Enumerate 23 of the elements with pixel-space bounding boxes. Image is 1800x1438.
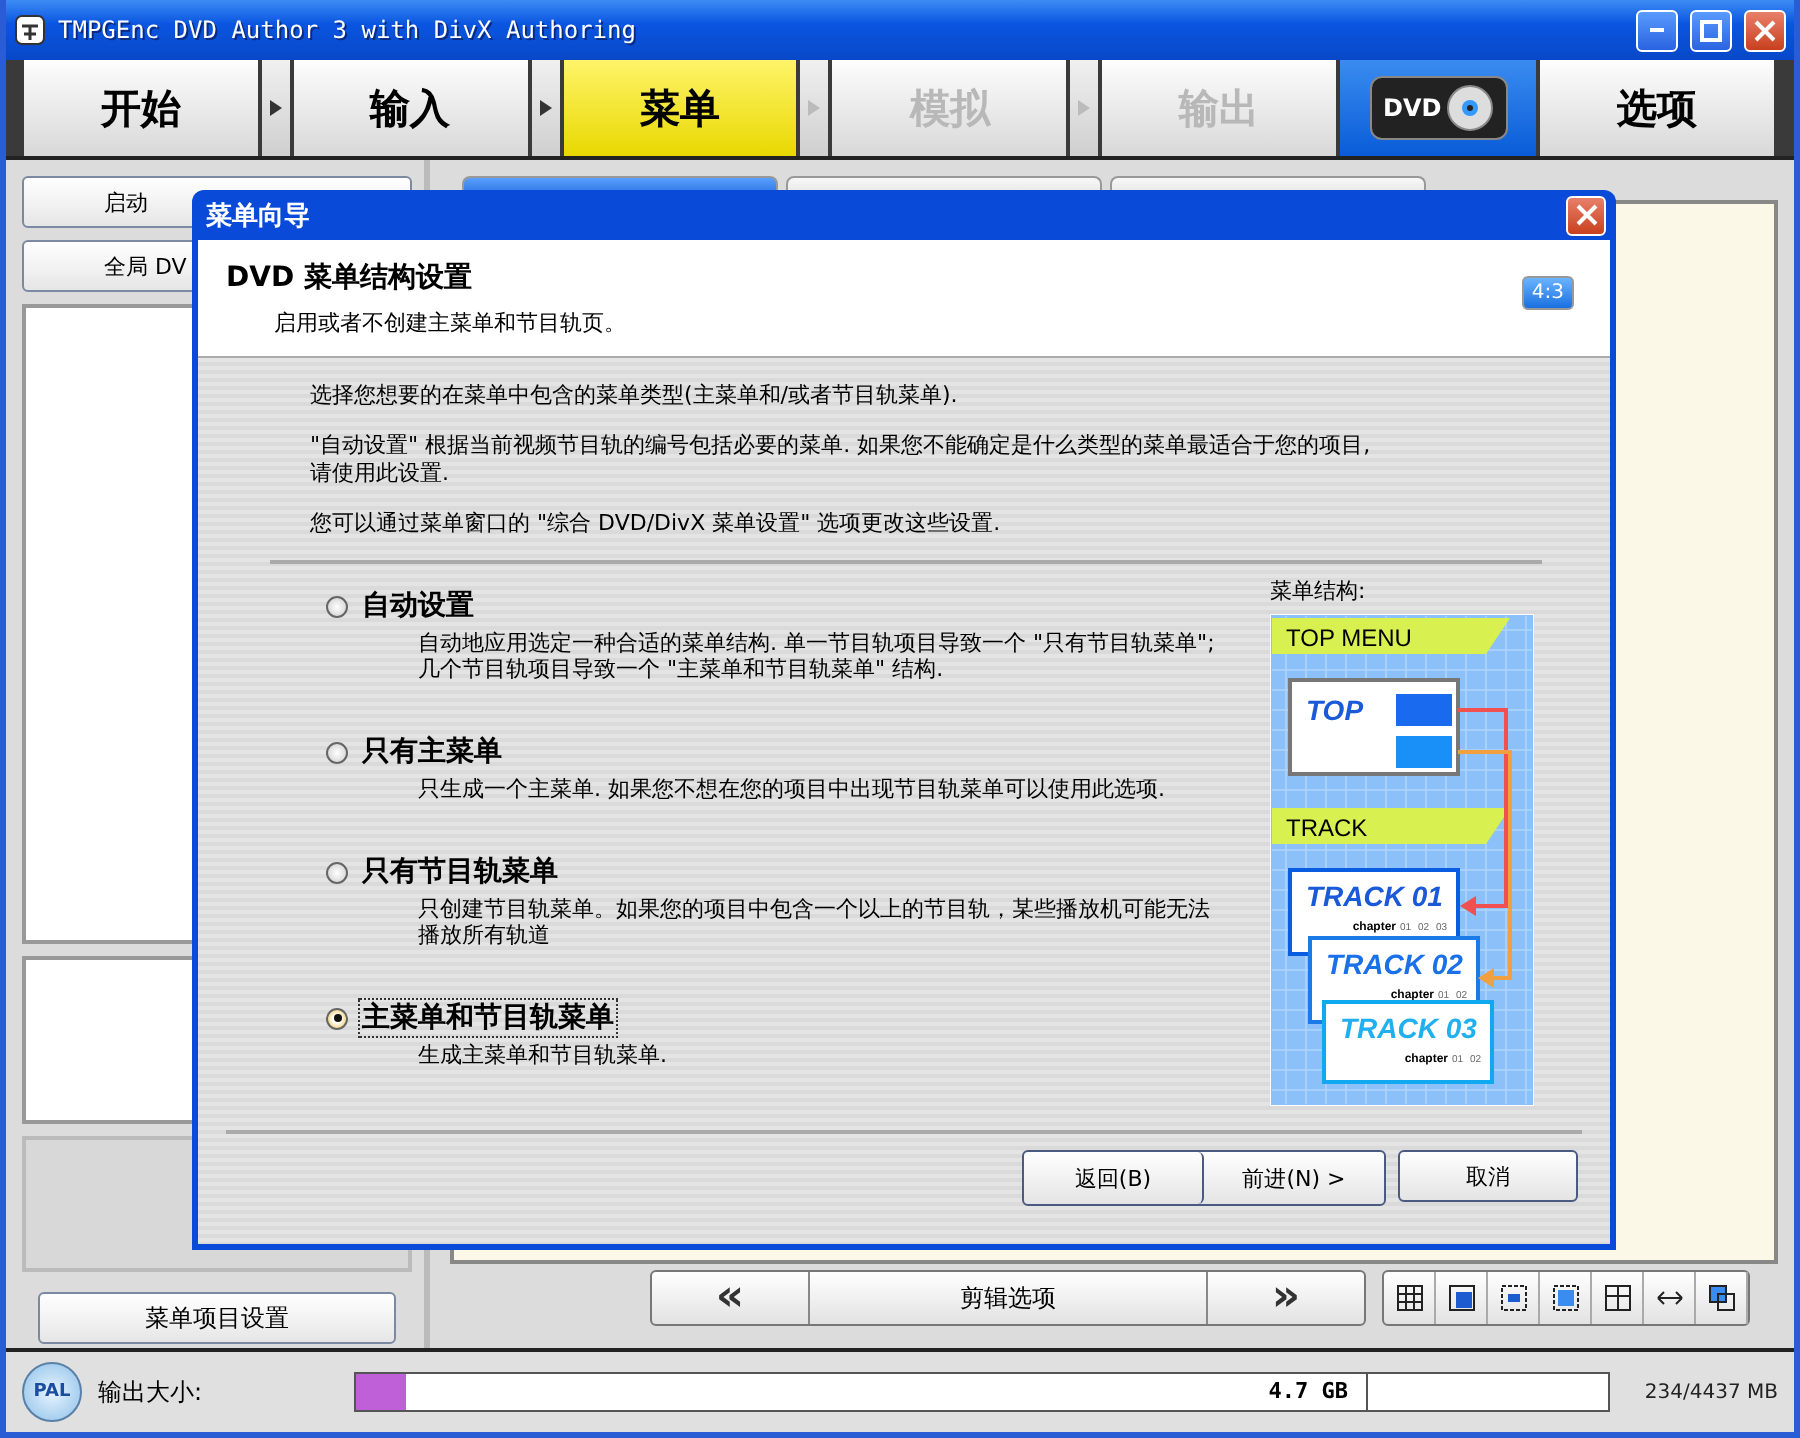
aspect-ratio-badge: 4:3 [1521, 275, 1574, 309]
diagram-caption: 菜单结构: [1270, 576, 1368, 606]
option-description: 生成主菜单和节目轨菜单. [416, 1042, 669, 1068]
dialog-title: 菜单向导 [206, 199, 310, 233]
option-description: 自动地应用选定一种合适的菜单结构. 单一节目轨项目导致一个 "只有节目轨菜单"; 几个节目轨项目导致一个 "主菜单和节目轨菜单" 结构. [416, 630, 1217, 682]
output-size-label: 输出大小: [98, 1375, 205, 1409]
banner-label: TRACK [1286, 814, 1368, 842]
dialog-subheading: 启用或者不创建主菜单和节目轨页。 [272, 308, 626, 338]
instruction-text: 选择您想要的在菜单中包含的菜单类型(主菜单和/或者节目轨菜单). [310, 382, 960, 410]
size-readout: 234/4437 MB [1644, 1381, 1778, 1403]
card-title: TRACK 02 [1326, 948, 1463, 980]
pal-badge: PAL [22, 1362, 82, 1422]
option-description: 只创建节目轨菜单。如果您的项目中包含一个以上的节目轨，某些播放机可能无法播放所有轨道 [416, 896, 1212, 948]
card-title: TOP [1306, 694, 1364, 726]
instruction-text: "自动设置" 根据当前视频节目轨的编号包括必要的菜单. 如果您不能确定是什么类型的菜单最适合于您的项目, 请使用此设置. [310, 432, 1373, 488]
card-title: TRACK 03 [1340, 1012, 1477, 1044]
window-title: TMPGEnc DVD Author 3 with DivX Authoring [58, 16, 638, 44]
banner-label: TOP MENU [1286, 624, 1412, 652]
dialog-heading: DVD 菜单结构设置 [226, 260, 474, 296]
card-title: TRACK 01 [1306, 880, 1443, 912]
capacity-label: 4.7 GB [1268, 1378, 1348, 1404]
instruction-text: 您可以通过菜单窗口的 "综合 DVD/DivX 菜单设置" 选项更改这些设置. [310, 510, 1003, 538]
option-description: 只生成一个主菜单. 如果您不想在您的项目中出现节目轨菜单可以使用此选项. [416, 776, 1167, 802]
